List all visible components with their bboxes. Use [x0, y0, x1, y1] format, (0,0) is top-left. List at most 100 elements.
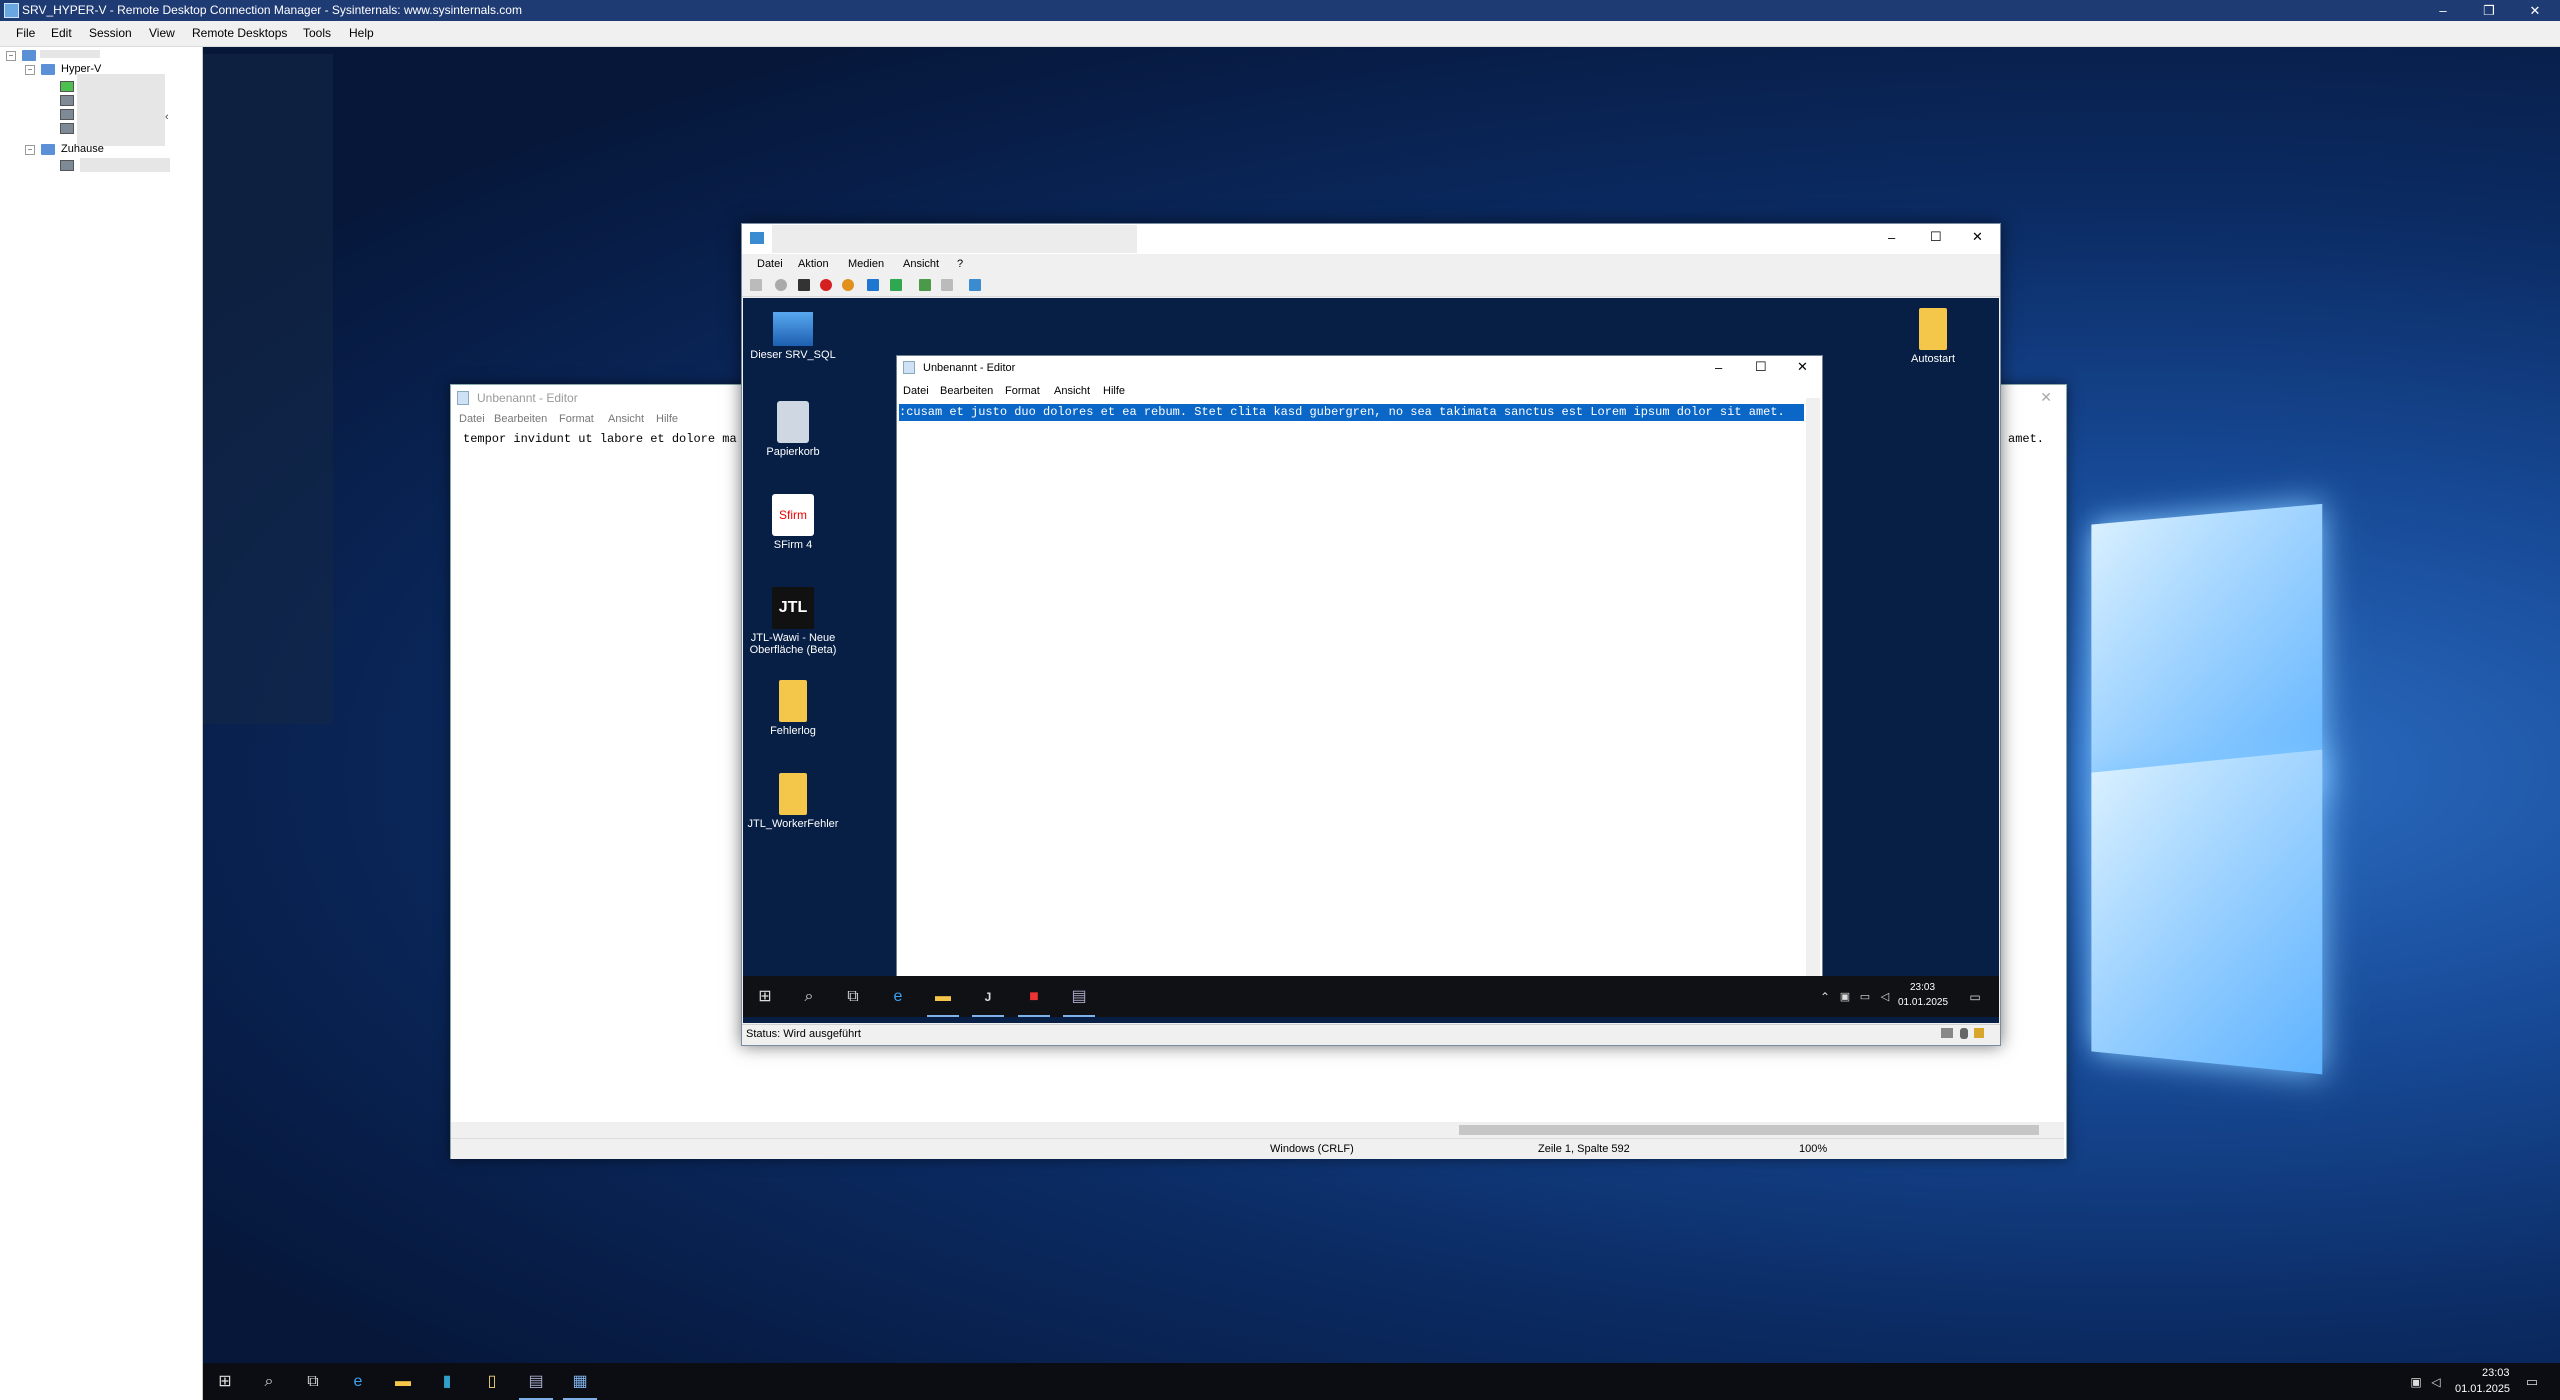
- server-icon[interactable]: [60, 160, 74, 171]
- active-indicator: [927, 1015, 959, 1017]
- start-icon[interactable]: [775, 279, 787, 291]
- store-icon[interactable]: ▮: [437, 1372, 457, 1392]
- vm-guest-desktop[interactable]: Dieser SRV_SQL Papierkorb Sfirm SFirm 4 …: [743, 298, 1999, 1023]
- sfirm-taskbar-icon[interactable]: ■: [1024, 987, 1044, 1007]
- menu-bearbeiten[interactable]: Bearbeiten: [494, 413, 547, 425]
- search-icon[interactable]: ⌕: [799, 987, 819, 1007]
- save-state-icon[interactable]: [842, 279, 854, 291]
- turn-off-icon[interactable]: [798, 279, 810, 291]
- menu-tools[interactable]: Tools: [303, 26, 331, 40]
- desktop-icon-jtl-wawi[interactable]: JTL JTL-Wawi - Neue Oberfläche (Beta): [743, 587, 843, 656]
- maximize-icon[interactable]: ☐: [1930, 229, 1942, 245]
- desktop-icon-this-pc[interactable]: Dieser SRV_SQL: [743, 308, 843, 361]
- desktop-icon-fehlerlog[interactable]: Fehlerlog: [743, 680, 843, 737]
- menu-bearbeiten[interactable]: Bearbeiten: [940, 385, 993, 397]
- server-icon[interactable]: [60, 95, 74, 106]
- network-icon[interactable]: ▣: [2406, 1372, 2426, 1392]
- menu-file[interactable]: File: [16, 26, 35, 40]
- menu-help[interactable]: Help: [349, 26, 374, 40]
- menu-view[interactable]: View: [149, 26, 175, 40]
- notification-icon[interactable]: ▭: [1965, 987, 1985, 1007]
- monitor-icon[interactable]: ▭: [1855, 987, 1875, 1007]
- desktop-icon-sfirm[interactable]: Sfirm SFirm 4: [743, 494, 843, 551]
- scrollbar-thumb[interactable]: [1459, 1125, 2039, 1135]
- notepad-taskbar-icon[interactable]: ▤: [1069, 987, 1089, 1007]
- notes-icon[interactable]: ▯: [482, 1372, 502, 1392]
- menu-datei[interactable]: Datei: [903, 385, 929, 397]
- tree-group-zuhause[interactable]: Zuhause: [61, 143, 104, 155]
- minimize-icon[interactable]: –: [1888, 230, 1895, 245]
- menu-format[interactable]: Format: [559, 413, 594, 425]
- menu-hilfe[interactable]: Hilfe: [1103, 385, 1125, 397]
- host-notepad-text-end[interactable]: amet.: [2008, 432, 2044, 446]
- shutdown-icon[interactable]: [820, 279, 832, 291]
- explorer-icon[interactable]: ▬: [393, 1372, 413, 1392]
- server-icon[interactable]: [60, 109, 74, 120]
- guest-clock-date[interactable]: 01.01.2025: [1898, 997, 1948, 1008]
- menu-ansicht[interactable]: Ansicht: [608, 413, 644, 425]
- desktop-icon-autostart[interactable]: Autostart: [1883, 308, 1983, 365]
- jtl-taskbar-icon[interactable]: J: [978, 987, 998, 1007]
- host-clock-time[interactable]: 23:03: [2482, 1367, 2510, 1379]
- checkpoint-icon[interactable]: [919, 279, 931, 291]
- task-view-icon[interactable]: ⧉: [843, 987, 863, 1007]
- search-icon[interactable]: ⌕: [259, 1372, 279, 1392]
- vertical-scrollbar[interactable]: [1806, 398, 1820, 978]
- desktop-icon-jtl-workerfehler[interactable]: JTL_WorkerFehler: [743, 773, 843, 830]
- server-icon[interactable]: [60, 123, 74, 134]
- pause-icon[interactable]: [867, 279, 879, 291]
- close-icon[interactable]: ✕: [1972, 229, 1983, 245]
- menu-hilfe[interactable]: Hilfe: [656, 413, 678, 425]
- start-icon[interactable]: ⊞: [215, 1372, 235, 1392]
- hyperv-vm-window[interactable]: – ☐ ✕ Datei Aktion Medien Ansicht ? Dies…: [741, 223, 2001, 1046]
- speaker-icon[interactable]: ◁: [1875, 987, 1895, 1007]
- close-icon[interactable]: ✕: [2040, 389, 2052, 406]
- speaker-muted-icon[interactable]: ◁: [2426, 1372, 2446, 1392]
- server-online-icon[interactable]: [60, 81, 74, 92]
- edge-icon[interactable]: e: [348, 1372, 368, 1392]
- host-notepad-text[interactable]: tempor invidunt ut labore et dolore ma: [463, 432, 737, 446]
- host-clock-date[interactable]: 01.01.2025: [2455, 1383, 2510, 1395]
- menu-format[interactable]: Format: [1005, 385, 1040, 397]
- desktop-icon-recycle-bin[interactable]: Papierkorb: [743, 401, 843, 458]
- hyperv-titlebar: – ☐ ✕: [742, 224, 2000, 254]
- hyperv-expander-icon[interactable]: −: [25, 65, 35, 75]
- title-bar: SRV_HYPER-V - Remote Desktop Connection …: [0, 0, 2560, 21]
- zuhause-expander-icon[interactable]: −: [25, 145, 35, 155]
- menu-edit[interactable]: Edit: [51, 26, 72, 40]
- notification-icon[interactable]: ▭: [2522, 1372, 2542, 1392]
- rdcman-icon[interactable]: ▦: [570, 1372, 590, 1392]
- menu-ansicht[interactable]: Ansicht: [1054, 385, 1090, 397]
- restore-button[interactable]: ❐: [2466, 0, 2512, 21]
- minimize-icon[interactable]: –: [1715, 360, 1722, 375]
- guest-clock-time[interactable]: 23:03: [1910, 982, 1935, 993]
- enhanced-session-icon[interactable]: [969, 279, 981, 291]
- root-expander-icon[interactable]: −: [6, 51, 16, 61]
- task-view-icon[interactable]: ⧉: [303, 1372, 323, 1392]
- menu-session[interactable]: Session: [89, 26, 132, 40]
- notepad-icon[interactable]: ▤: [526, 1372, 546, 1392]
- menu-datei[interactable]: Datei: [757, 258, 783, 270]
- menu-aktion[interactable]: Aktion: [798, 258, 829, 270]
- close-button[interactable]: ✕: [2512, 0, 2558, 21]
- ctrl-alt-del-icon[interactable]: [750, 279, 762, 291]
- minimize-button[interactable]: –: [2420, 0, 2466, 21]
- selected-text[interactable]: :cusam et justo duo dolores et ea rebum.…: [899, 404, 1804, 421]
- horizontal-scrollbar[interactable]: [451, 1122, 2064, 1138]
- menu-remote-desktops[interactable]: Remote Desktops: [192, 26, 287, 40]
- menu-datei[interactable]: Datei: [459, 413, 485, 425]
- explorer-icon[interactable]: ▬: [933, 987, 953, 1007]
- edge-icon[interactable]: e: [888, 987, 908, 1007]
- start-icon[interactable]: ⊞: [755, 987, 775, 1007]
- revert-icon[interactable]: [941, 279, 953, 291]
- guest-notepad-window[interactable]: Unbenannt - Editor – ☐ ✕ Datei Bearbeite…: [896, 355, 1823, 987]
- chevron-up-icon[interactable]: ⌃: [1815, 987, 1835, 1007]
- menu-medien[interactable]: Medien: [848, 258, 884, 270]
- collapse-icon[interactable]: ‹: [165, 111, 169, 123]
- close-icon[interactable]: ✕: [1797, 359, 1808, 375]
- menu-ansicht[interactable]: Ansicht: [903, 258, 939, 270]
- maximize-icon[interactable]: ☐: [1755, 359, 1767, 375]
- resume-icon[interactable]: [890, 279, 902, 291]
- network-icon[interactable]: ▣: [1835, 987, 1855, 1007]
- menu-help[interactable]: ?: [957, 258, 963, 270]
